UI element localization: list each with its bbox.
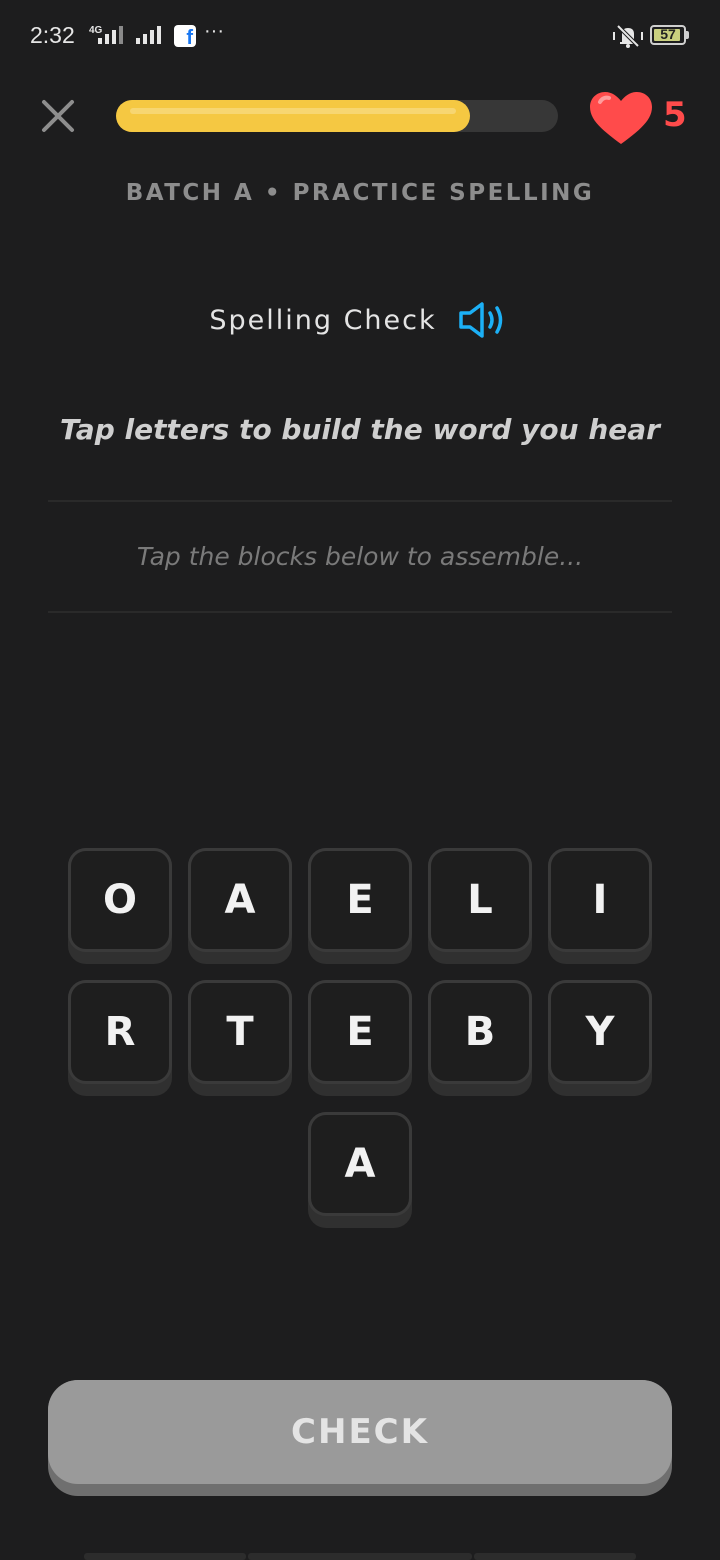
- check-button-label: CHECK: [48, 1380, 672, 1484]
- prompt-title: Spelling Check: [209, 304, 437, 336]
- close-button[interactable]: [36, 94, 80, 138]
- letter-tile[interactable]: A: [188, 848, 292, 964]
- letter-tile[interactable]: A: [308, 1112, 412, 1228]
- check-button[interactable]: CHECK: [48, 1380, 672, 1496]
- letter-tile[interactable]: I: [548, 848, 652, 964]
- letter-tile[interactable]: L: [428, 848, 532, 964]
- tile-row-2: R T E B Y: [60, 980, 660, 1096]
- more-notifications-icon: ···: [204, 20, 224, 42]
- nav-hint-right: [474, 1553, 636, 1560]
- lesson-progress-bar: [116, 100, 558, 132]
- letter-tile[interactable]: E: [308, 848, 412, 964]
- status-bar: 2:32 4G f ··· 57: [0, 0, 720, 72]
- letter-tile[interactable]: E: [308, 980, 412, 1096]
- battery-level: 57: [660, 26, 676, 42]
- nav-hint-left: [84, 1553, 246, 1560]
- battery-tip: [686, 31, 689, 39]
- progress-fill: [116, 100, 470, 132]
- answer-placeholder: Tap the blocks below to assemble...: [136, 542, 584, 571]
- answer-area[interactable]: Tap the blocks below to assemble...: [48, 500, 672, 613]
- letter-tile[interactable]: B: [428, 980, 532, 1096]
- nav-hint-center: [248, 1553, 472, 1560]
- battery-icon: 57: [650, 25, 686, 45]
- letter-tile[interactable]: Y: [548, 980, 652, 1096]
- heart-icon: [590, 92, 652, 144]
- status-time: 2:32: [30, 22, 75, 48]
- signal-icon-1: [98, 26, 123, 44]
- letter-tile[interactable]: R: [68, 980, 172, 1096]
- letter-tile[interactable]: T: [188, 980, 292, 1096]
- vibrate-mute-icon: [613, 24, 643, 48]
- speaker-icon[interactable]: [457, 300, 511, 340]
- instruction-text: Tap letters to build the word you hear: [60, 413, 660, 446]
- tile-row-3: A: [60, 1112, 660, 1228]
- tile-row-1: O A E L I: [60, 848, 660, 964]
- lesson-subtitle: BATCH A • PRACTICE SPELLING: [125, 180, 595, 206]
- letter-tile[interactable]: O: [68, 848, 172, 964]
- lives-count: 5: [663, 95, 687, 135]
- facebook-icon: f: [174, 25, 196, 49]
- letter-tiles: O A E L I R T E B Y A: [60, 848, 660, 1244]
- prompt-row: Spelling Check: [0, 300, 720, 340]
- signal-icon-2: [136, 26, 161, 44]
